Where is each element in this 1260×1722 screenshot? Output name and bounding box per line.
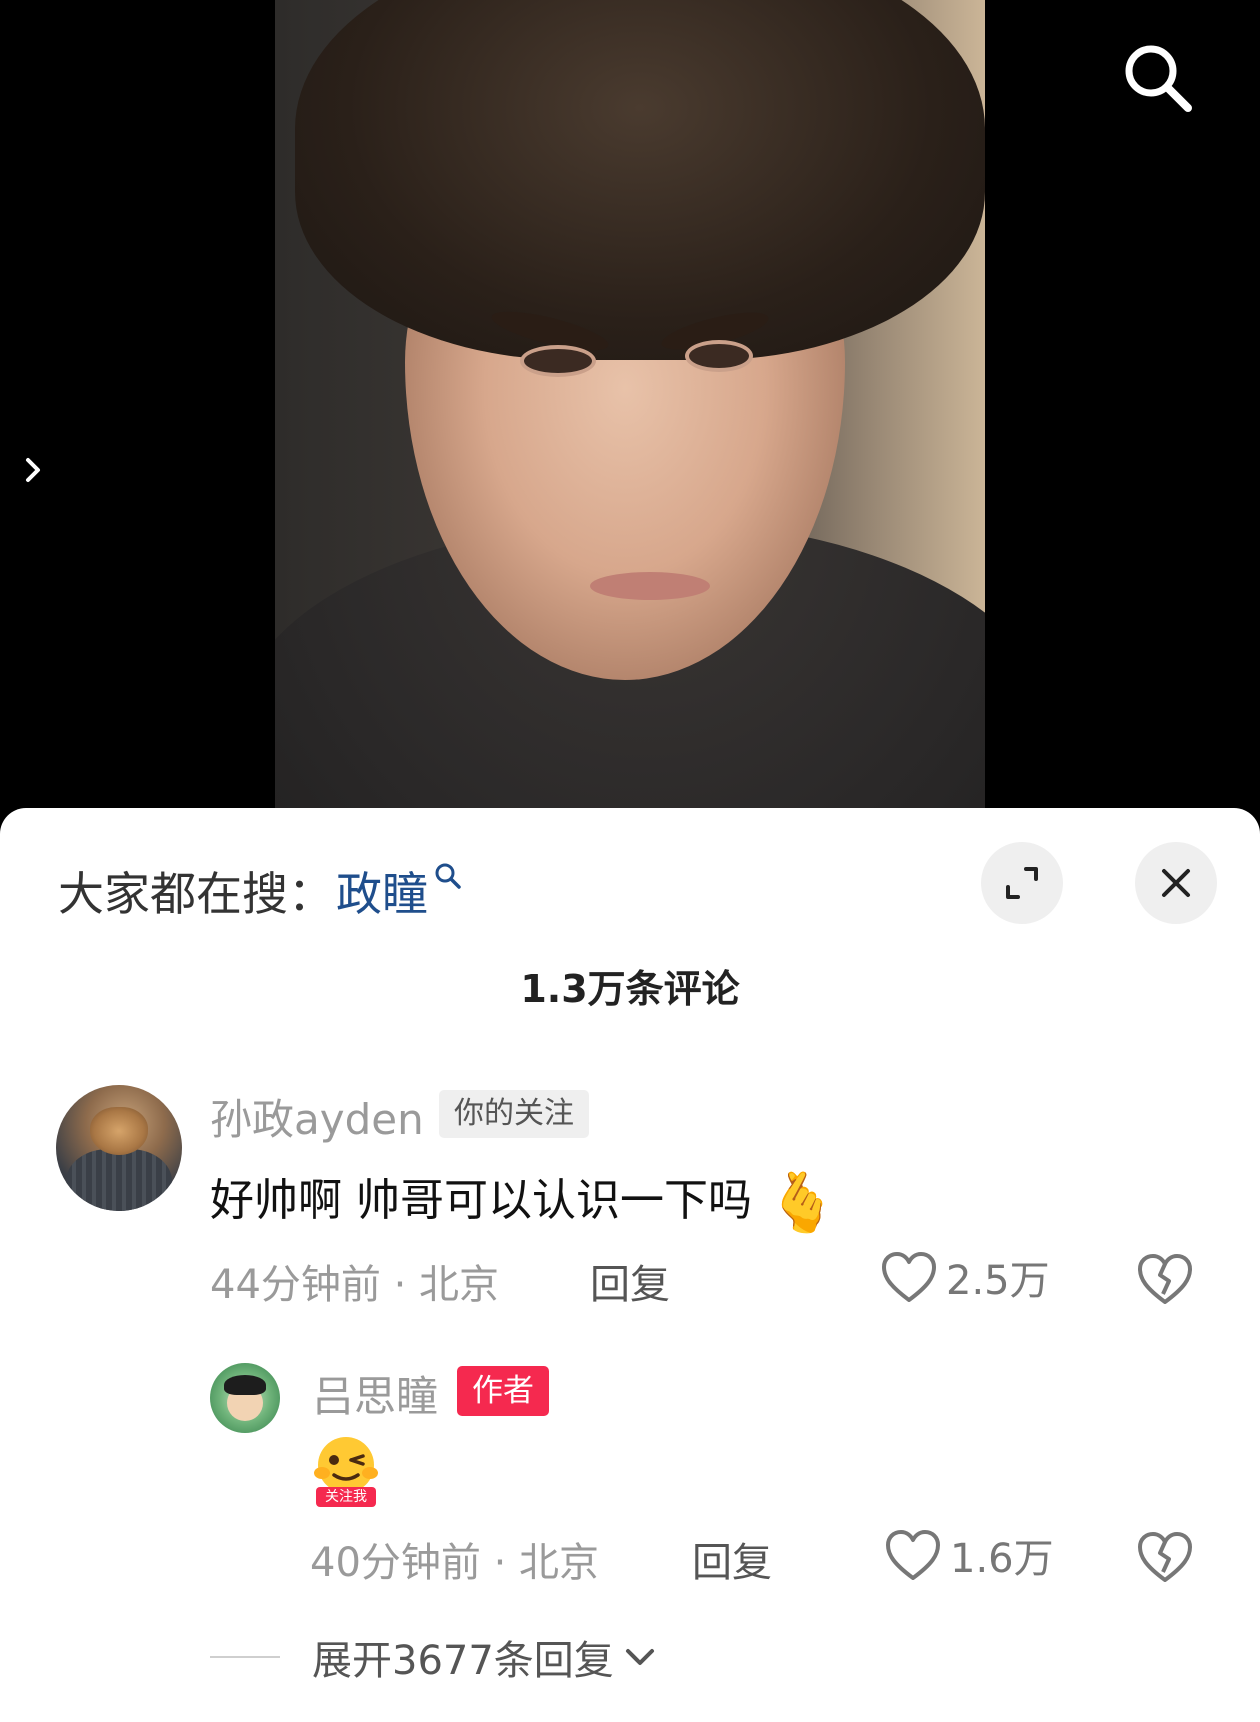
comment-username[interactable]: 孙政ayden: [210, 1086, 424, 1147]
expand-icon: [1006, 867, 1038, 899]
video-player[interactable]: [0, 0, 1260, 830]
like-button[interactable]: 2.5万: [880, 1248, 1050, 1306]
author-tag: 作者: [457, 1366, 549, 1416]
expand-button[interactable]: [981, 842, 1063, 924]
follow-me-sticker: 关注我: [308, 1433, 384, 1509]
video-frame: [275, 0, 985, 830]
reply-username[interactable]: 吕思瞳: [312, 1363, 438, 1424]
comment-time-location: 44分钟前 · 北京: [210, 1262, 500, 1308]
finger-heart-emoji: 🫰: [766, 1168, 839, 1237]
video-subject-hair: [295, 0, 985, 360]
close-button[interactable]: [1135, 842, 1217, 924]
avatar-hair: [224, 1375, 266, 1395]
avatar[interactable]: [210, 1363, 280, 1433]
comment-count: 1.3万条评论: [520, 967, 740, 1011]
avatar-sweater: [66, 1149, 172, 1211]
hot-search-label: 大家都在搜：: [58, 867, 334, 921]
like-count: 1.6万: [950, 1536, 1054, 1582]
divider: [210, 1656, 280, 1658]
sticker-label: 关注我: [316, 1487, 376, 1507]
lips: [590, 572, 710, 600]
close-icon: [1162, 869, 1190, 897]
search-icon[interactable]: [1118, 38, 1198, 118]
like-button[interactable]: 1.6万: [884, 1526, 1054, 1584]
search-icon: [435, 863, 461, 889]
chevron-right-icon[interactable]: [20, 452, 46, 488]
comment-text: 好帅啊 帅哥可以认识一下吗 🫰: [210, 1164, 838, 1238]
reply-time-location: 40分钟前 · 北京: [310, 1540, 600, 1586]
reply-button[interactable]: 回复: [692, 1530, 772, 1588]
left-eye: [520, 345, 596, 377]
avatar-cat: [90, 1107, 148, 1155]
following-tag: 你的关注: [439, 1090, 589, 1138]
broken-heart-icon[interactable]: [1136, 1528, 1194, 1586]
broken-heart-icon[interactable]: [1136, 1250, 1194, 1308]
avatar[interactable]: [56, 1085, 182, 1211]
hot-search-bar: 大家都在搜： 政瞳: [58, 858, 462, 924]
like-count: 2.5万: [946, 1258, 1050, 1304]
reply-button[interactable]: 回复: [590, 1252, 670, 1310]
expand-replies-button[interactable]: 展开3677条回复: [210, 1628, 660, 1686]
wink-face-icon: [314, 1437, 378, 1493]
heart-icon: [882, 1252, 936, 1302]
comment-text-body: 好帅啊 帅哥可以认识一下吗: [210, 1175, 752, 1226]
comment-sheet: 大家都在搜： 政瞳 1.3万条评论 孙政ayden 你的关注 好帅啊 帅哥可以认…: [0, 808, 1260, 1722]
heart-icon: [886, 1530, 940, 1580]
expand-replies-label: 展开3677条回复: [312, 1638, 614, 1684]
hot-search-keyword[interactable]: 政瞳: [336, 858, 428, 924]
right-eye: [685, 340, 753, 372]
chevron-down-icon: [625, 1649, 654, 1665]
